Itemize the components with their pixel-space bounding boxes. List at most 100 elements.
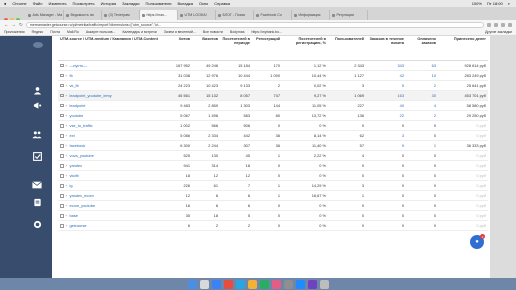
table-row[interactable]: + vova_youtube 525 130 45 1 2,22 % 4 0 0 0 руб <box>58 150 488 161</box>
bookmark-item[interactable]: https://mybank.bo... <box>251 30 282 34</box>
row-checkbox[interactable] <box>60 103 64 108</box>
menu-users[interactable]: Пользователи <box>145 1 171 6</box>
utm-source-cell[interactable]: + getcourse <box>58 220 164 232</box>
row-checkbox[interactable] <box>60 134 64 138</box>
browser-tab[interactable]: Регуляция <box>330 10 368 20</box>
expand-icon[interactable]: + <box>65 63 69 68</box>
menu-view[interactable]: Посмотреть <box>73 1 95 6</box>
expand-icon[interactable]: + <box>65 134 69 138</box>
menu-help[interactable]: Справка <box>214 1 230 6</box>
utm-source-cell[interactable]: + yandex_ecom <box>58 190 164 202</box>
table-cell[interactable]: 10 <box>406 70 438 81</box>
appstore-icon[interactable] <box>295 279 305 289</box>
column-header[interactable]: Регистраций <box>252 36 282 61</box>
megaphone-icon[interactable] <box>30 99 44 112</box>
browser-tab[interactable]: Facebook Со <box>254 10 292 20</box>
app-icon[interactable] <box>307 279 317 289</box>
browser-tab[interactable]: (3) Телеграм <box>102 10 140 20</box>
utm-source-cell[interactable]: + fb <box>58 70 164 81</box>
users-icon[interactable] <box>30 128 44 141</box>
bookmark-item[interactable]: Зачем я весенний... <box>164 30 196 34</box>
row-checkbox[interactable] <box>60 164 64 168</box>
column-header[interactable]: Визитов <box>192 36 220 61</box>
tag-icon[interactable] <box>30 196 44 209</box>
battery-status[interactable]: 100% <box>472 1 482 6</box>
logo[interactable] <box>33 42 43 48</box>
facetime-icon[interactable] <box>259 279 269 289</box>
utm-source-label[interactable]: vse_tu_traffic <box>70 123 93 128</box>
column-header[interactable]: Пользователей <box>328 36 366 61</box>
table-row[interactable]: + —пусто— 167 952 49 246 15 184 170 1,12 % 2 34… <box>58 60 488 71</box>
bookmark-apps[interactable]: Приложения <box>4 30 24 34</box>
table-row[interactable]: + getcourse 6 2 2 0 0 % 0 0 0 0 руб <box>58 220 488 232</box>
expand-icon[interactable]: + <box>65 194 69 198</box>
table-cell[interactable]: 1 <box>406 140 438 151</box>
utm-source-cell[interactable]: + ext <box>58 130 164 141</box>
expand-icon[interactable]: + <box>65 204 69 208</box>
table-row[interactable]: + fb 31 038 12 976 10 444 1 090 10,44 % 1 127 42… <box>58 70 488 81</box>
utm-source-cell[interactable]: + youtube <box>58 110 164 121</box>
column-header[interactable]: Посетителей в периоде <box>220 36 252 61</box>
utm-source-cell[interactable]: + vova_youtube <box>58 150 164 161</box>
utm-source-label[interactable]: leadpoint <box>70 103 86 108</box>
table-row[interactable]: + ext 5 086 2 334 442 36 8,14 % 62 3 0 0 руб <box>58 130 488 141</box>
forward-icon[interactable]: → <box>12 22 17 27</box>
row-checkbox[interactable] <box>60 204 64 208</box>
column-header[interactable]: Принесено денег <box>438 36 488 61</box>
itunes-icon[interactable] <box>271 279 281 289</box>
bookmark-item[interactable]: Почта <box>50 30 60 34</box>
table-cell[interactable]: 4 <box>406 100 438 111</box>
back-icon[interactable]: ← <box>4 22 9 27</box>
telegram-icon[interactable] <box>235 279 245 289</box>
row-checkbox[interactable] <box>60 144 64 148</box>
extension-icon[interactable] <box>494 22 498 27</box>
table-cell[interactable]: 3 <box>366 130 406 141</box>
url-input[interactable]: mereamaster.getcourse.ru/pl/metrika/traf… <box>25 21 484 28</box>
utm-source-label[interactable]: ext <box>70 133 75 138</box>
bookmark-item[interactable]: Mail.Ru <box>67 30 79 34</box>
menu-tab[interactable]: Вкладка <box>178 1 193 6</box>
row-checkbox[interactable] <box>60 113 64 118</box>
table-row[interactable]: + vk_fb 24 223 10 423 9 133 2 0,02 % 3 5 2 25 641 … <box>58 80 488 91</box>
utm-source-label[interactable]: —пусто— <box>70 63 88 68</box>
browser-tab[interactable]: Ads Manager - Ма <box>26 10 64 20</box>
row-checkbox[interactable] <box>60 224 64 228</box>
finder-icon[interactable] <box>187 279 197 289</box>
expand-icon[interactable]: + <box>65 214 69 218</box>
row-checkbox[interactable] <box>60 174 64 178</box>
search-icon[interactable]: ⌕ <box>508 1 510 6</box>
apple-icon[interactable]: ● <box>4 1 6 6</box>
utm-source-cell[interactable]: + ig <box>58 180 164 192</box>
expand-icon[interactable]: + <box>65 104 69 108</box>
column-header[interactable]: Заказов в течение визита <box>366 36 406 61</box>
chat-icon[interactable] <box>30 218 44 231</box>
utm-source-cell[interactable]: + yandex <box>58 160 164 172</box>
browser-tab[interactable]: БЛОГ - Поиск <box>216 10 254 20</box>
table-cell[interactable]: 2 <box>406 80 438 91</box>
expand-icon[interactable]: + <box>65 84 69 88</box>
browser-tab[interactable]: Ведомость на <box>64 10 102 20</box>
table-row[interactable]: + facebook 6 300 2 244 307 36 11,40 % 57 9 1 36 33… <box>58 140 488 151</box>
table-cell[interactable]: 5 <box>366 80 406 91</box>
utm-source-label[interactable]: ig <box>70 183 73 188</box>
table-cell[interactable]: 343 <box>366 60 406 71</box>
table-row[interactable]: + ig 226 61 7 1 14,29 % 3 0 0 0 руб <box>58 180 488 192</box>
expand-icon[interactable]: + <box>65 164 69 168</box>
table-row[interactable]: + yandex_ecom 12 6 6 1 16,67 % 1 0 0 0 руб <box>58 190 488 202</box>
support-chat-button[interactable]: ● 1 <box>470 234 485 249</box>
utm-source-cell[interactable]: + vk_fb <box>58 80 164 91</box>
extension-icon[interactable] <box>501 22 505 27</box>
expand-icon[interactable]: + <box>65 124 69 128</box>
menu-file[interactable]: Файл <box>33 1 43 6</box>
utm-source-label[interactable]: yandex <box>70 163 83 168</box>
table-cell[interactable]: 22 <box>366 110 406 121</box>
settings-icon[interactable] <box>283 279 293 289</box>
utm-source-label[interactable]: youtube <box>70 113 84 118</box>
reload-icon[interactable]: ↻ <box>19 22 23 28</box>
browser-tab-active[interactable]: https://mas... <box>140 10 178 20</box>
bookmark-item[interactable]: Яндекс <box>31 30 43 34</box>
column-header[interactable]: UTM-source / UTM-medium / Кампания / UTM… <box>58 36 164 61</box>
browser-tab[interactable]: Информация <box>292 10 330 20</box>
row-checkbox[interactable] <box>60 124 64 128</box>
browser-tab[interactable]: UTM LOOKA! <box>178 10 216 20</box>
